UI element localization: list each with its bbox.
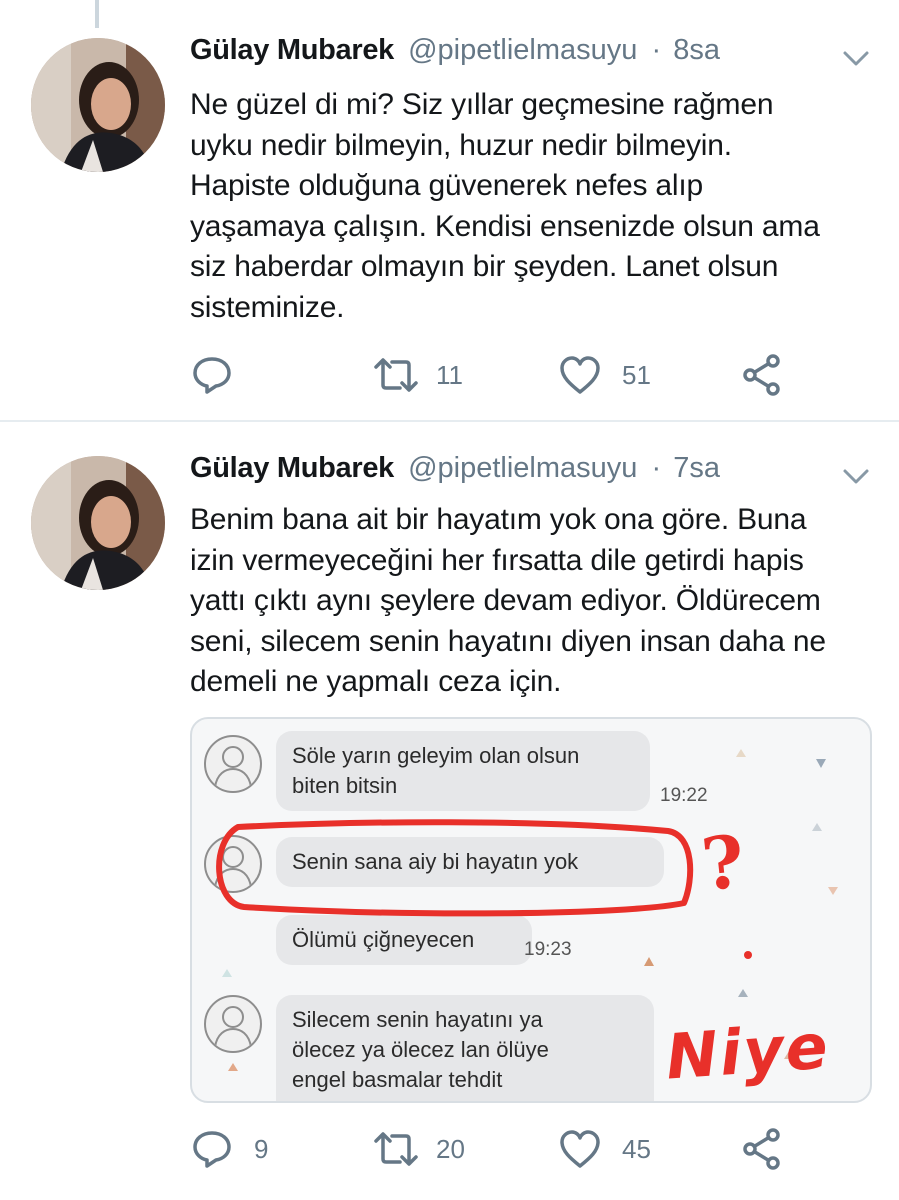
tweet-text: Ne güzel di mi? Siz yıllar geçmesine rağ… — [190, 88, 820, 324]
message-bubble: Silecem senin hayatını ya ölecez ya ölec… — [276, 995, 654, 1101]
display-name[interactable]: Gülay Mubarek — [190, 34, 394, 66]
like-button[interactable]: 51 — [558, 350, 651, 400]
reply-button[interactable]: 9 — [190, 1124, 268, 1174]
retweet-button[interactable]: 20 — [372, 1124, 465, 1174]
decor-dot — [744, 951, 752, 959]
share-button[interactable] — [742, 1124, 782, 1174]
share-icon — [743, 1128, 780, 1170]
share-button[interactable] — [742, 350, 782, 400]
message-time: 19:23 — [524, 939, 572, 960]
attached-image[interactable]: Söle yarın geleyim olan olsun biten bits… — [190, 717, 872, 1103]
user-handle[interactable]: @pipetlielmasuyu — [408, 452, 637, 484]
tweet-1[interactable]: Gülay Mubarek @pipetlielmasuyu · 8sa Ne … — [0, 0, 899, 420]
tweet-text: Benim bana ait bir hayatım yok ona göre.… — [190, 503, 826, 698]
avatar[interactable] — [31, 456, 165, 590]
retweet-count: 20 — [436, 1133, 465, 1164]
retweet-button[interactable]: 11 — [372, 350, 463, 400]
red-highlight-circle — [216, 819, 694, 917]
display-name[interactable]: Gülay Mubarek — [190, 452, 394, 484]
handwritten-question-mark: ? — [697, 818, 749, 907]
retweet-count: 11 — [436, 359, 463, 390]
tweet-header: Gülay Mubarek @pipetlielmasuyu · 7sa — [190, 452, 720, 485]
decor-triangle — [738, 989, 748, 997]
user-handle[interactable]: @pipetlielmasuyu — [408, 34, 637, 66]
retweet-icon — [374, 1132, 418, 1166]
timestamp[interactable]: 7sa — [673, 452, 720, 484]
decor-triangle — [828, 887, 838, 895]
decor-triangle — [222, 969, 232, 977]
share-icon — [743, 354, 780, 396]
tweet-header: Gülay Mubarek @pipetlielmasuyu · 8sa — [190, 34, 720, 67]
decor-triangle — [812, 823, 822, 831]
tweet-actions: 11 51 — [190, 350, 890, 400]
timestamp[interactable]: 8sa — [673, 34, 720, 66]
reply-icon — [193, 1131, 231, 1168]
separator-dot: · — [651, 452, 662, 484]
like-icon — [560, 356, 600, 394]
chevron-down-icon[interactable] — [840, 464, 872, 488]
contact-avatar-icon — [204, 995, 262, 1053]
message-bubble: Söle yarın geleyim olan olsun biten bits… — [276, 731, 650, 811]
message-bubble: Ölümü çiğneyecen — [276, 915, 532, 965]
like-count: 51 — [622, 359, 651, 390]
decor-triangle — [228, 1063, 238, 1071]
retweet-icon — [374, 358, 418, 392]
avatar[interactable] — [31, 38, 165, 172]
chevron-down-icon[interactable] — [840, 46, 872, 70]
like-button[interactable]: 45 — [558, 1124, 651, 1174]
decor-triangle — [644, 957, 654, 966]
decor-triangle — [736, 749, 746, 757]
separator-dot: · — [651, 34, 662, 66]
decor-triangle — [816, 759, 826, 768]
message-time: 19:22 — [660, 785, 708, 806]
like-count: 45 — [622, 1133, 651, 1164]
like-icon — [560, 1130, 600, 1168]
contact-avatar-icon — [204, 735, 262, 793]
handwritten-niye: Niye — [663, 1009, 832, 1094]
reply-count: 9 — [254, 1133, 269, 1164]
tweet-actions: 9 20 45 — [190, 1124, 890, 1174]
reply-icon — [193, 357, 231, 394]
reply-button[interactable] — [190, 350, 254, 400]
